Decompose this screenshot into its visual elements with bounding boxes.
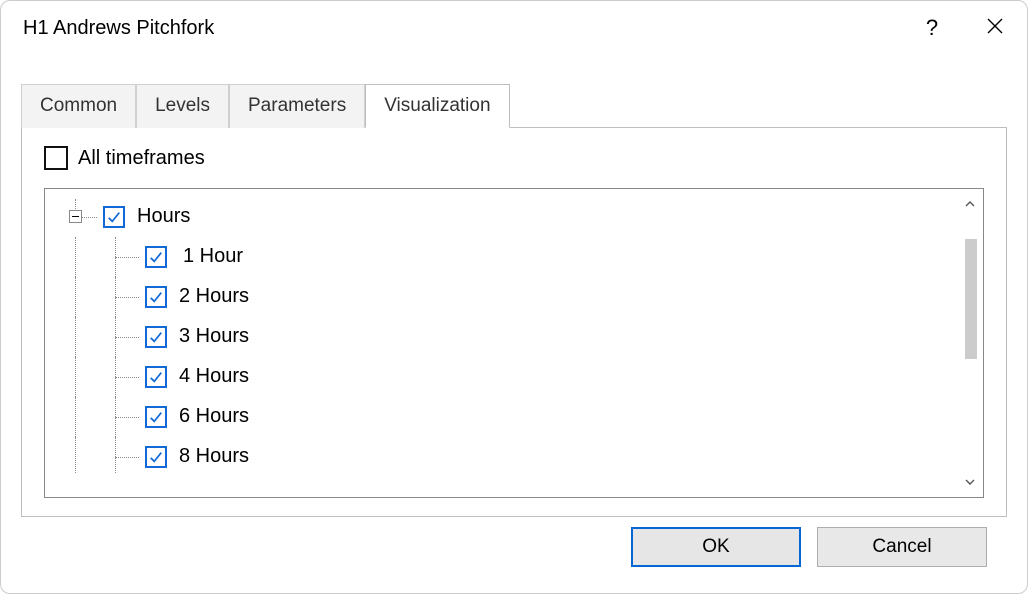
tree-item-label: 2 Hours [179,285,249,308]
tabstrip: Common Levels Parameters Visualization [21,83,1007,127]
tab-common[interactable]: Common [21,84,136,128]
tree-checkbox[interactable] [145,246,167,268]
tree-item-label: 4 Hours [179,365,249,388]
tree-label-hours: Hours [137,205,190,228]
cancel-button[interactable]: Cancel [817,527,987,567]
tree-checkbox[interactable] [145,406,167,428]
scroll-thumb[interactable] [965,239,977,359]
tree-item[interactable]: 1 Hour [45,237,953,277]
tree-checkbox[interactable] [145,446,167,468]
tab-content-visualization: All timeframes Hours [21,127,1007,517]
ok-button[interactable]: OK [631,527,801,567]
dialog-body: Common Levels Parameters Visualization A… [1,55,1027,593]
tab-visualization[interactable]: Visualization [365,84,509,128]
tree-item[interactable]: 6 Hours [45,397,953,437]
tree-item[interactable]: 2 Hours [45,277,953,317]
all-timeframes-row[interactable]: All timeframes [44,146,984,170]
timeframes-tree: Hours 1 Hour [45,199,953,497]
tree-item[interactable]: 8 Hours [45,437,953,473]
titlebar: H1 Andrews Pitchfork ? [1,1,1027,55]
close-button[interactable] [967,1,1023,55]
help-button[interactable]: ? [907,1,957,55]
scroll-down-icon[interactable] [961,473,979,491]
tree-parent-hours[interactable]: Hours [45,199,953,237]
tree-item-label: 8 Hours [179,445,249,468]
tree-item-label: 3 Hours [179,325,249,348]
tree-expander-hours[interactable] [69,210,82,223]
tree-checkbox[interactable] [145,286,167,308]
help-icon: ? [926,15,938,41]
tree-checkbox[interactable] [145,366,167,388]
tree-checkbox[interactable] [145,326,167,348]
scroll-up-icon[interactable] [961,195,979,213]
all-timeframes-label: All timeframes [78,147,205,170]
dialog-footer: OK Cancel [21,517,1007,577]
tree-item[interactable]: 3 Hours [45,317,953,357]
close-icon [987,18,1003,39]
dialog-window: H1 Andrews Pitchfork ? Common Levels Par… [0,0,1028,594]
tree-scrollbar[interactable] [961,195,979,491]
window-title: H1 Andrews Pitchfork [23,17,907,40]
tab-parameters[interactable]: Parameters [229,84,365,128]
all-timeframes-checkbox[interactable] [44,146,68,170]
tree-item-label: 6 Hours [179,405,249,428]
tree-checkbox-hours[interactable] [103,206,125,228]
scroll-track[interactable] [963,215,977,471]
timeframes-tree-panel: Hours 1 Hour [44,188,984,498]
tree-item[interactable]: 4 Hours [45,357,953,397]
tree-item-label: 1 Hour [183,245,243,268]
tab-levels[interactable]: Levels [136,84,229,128]
